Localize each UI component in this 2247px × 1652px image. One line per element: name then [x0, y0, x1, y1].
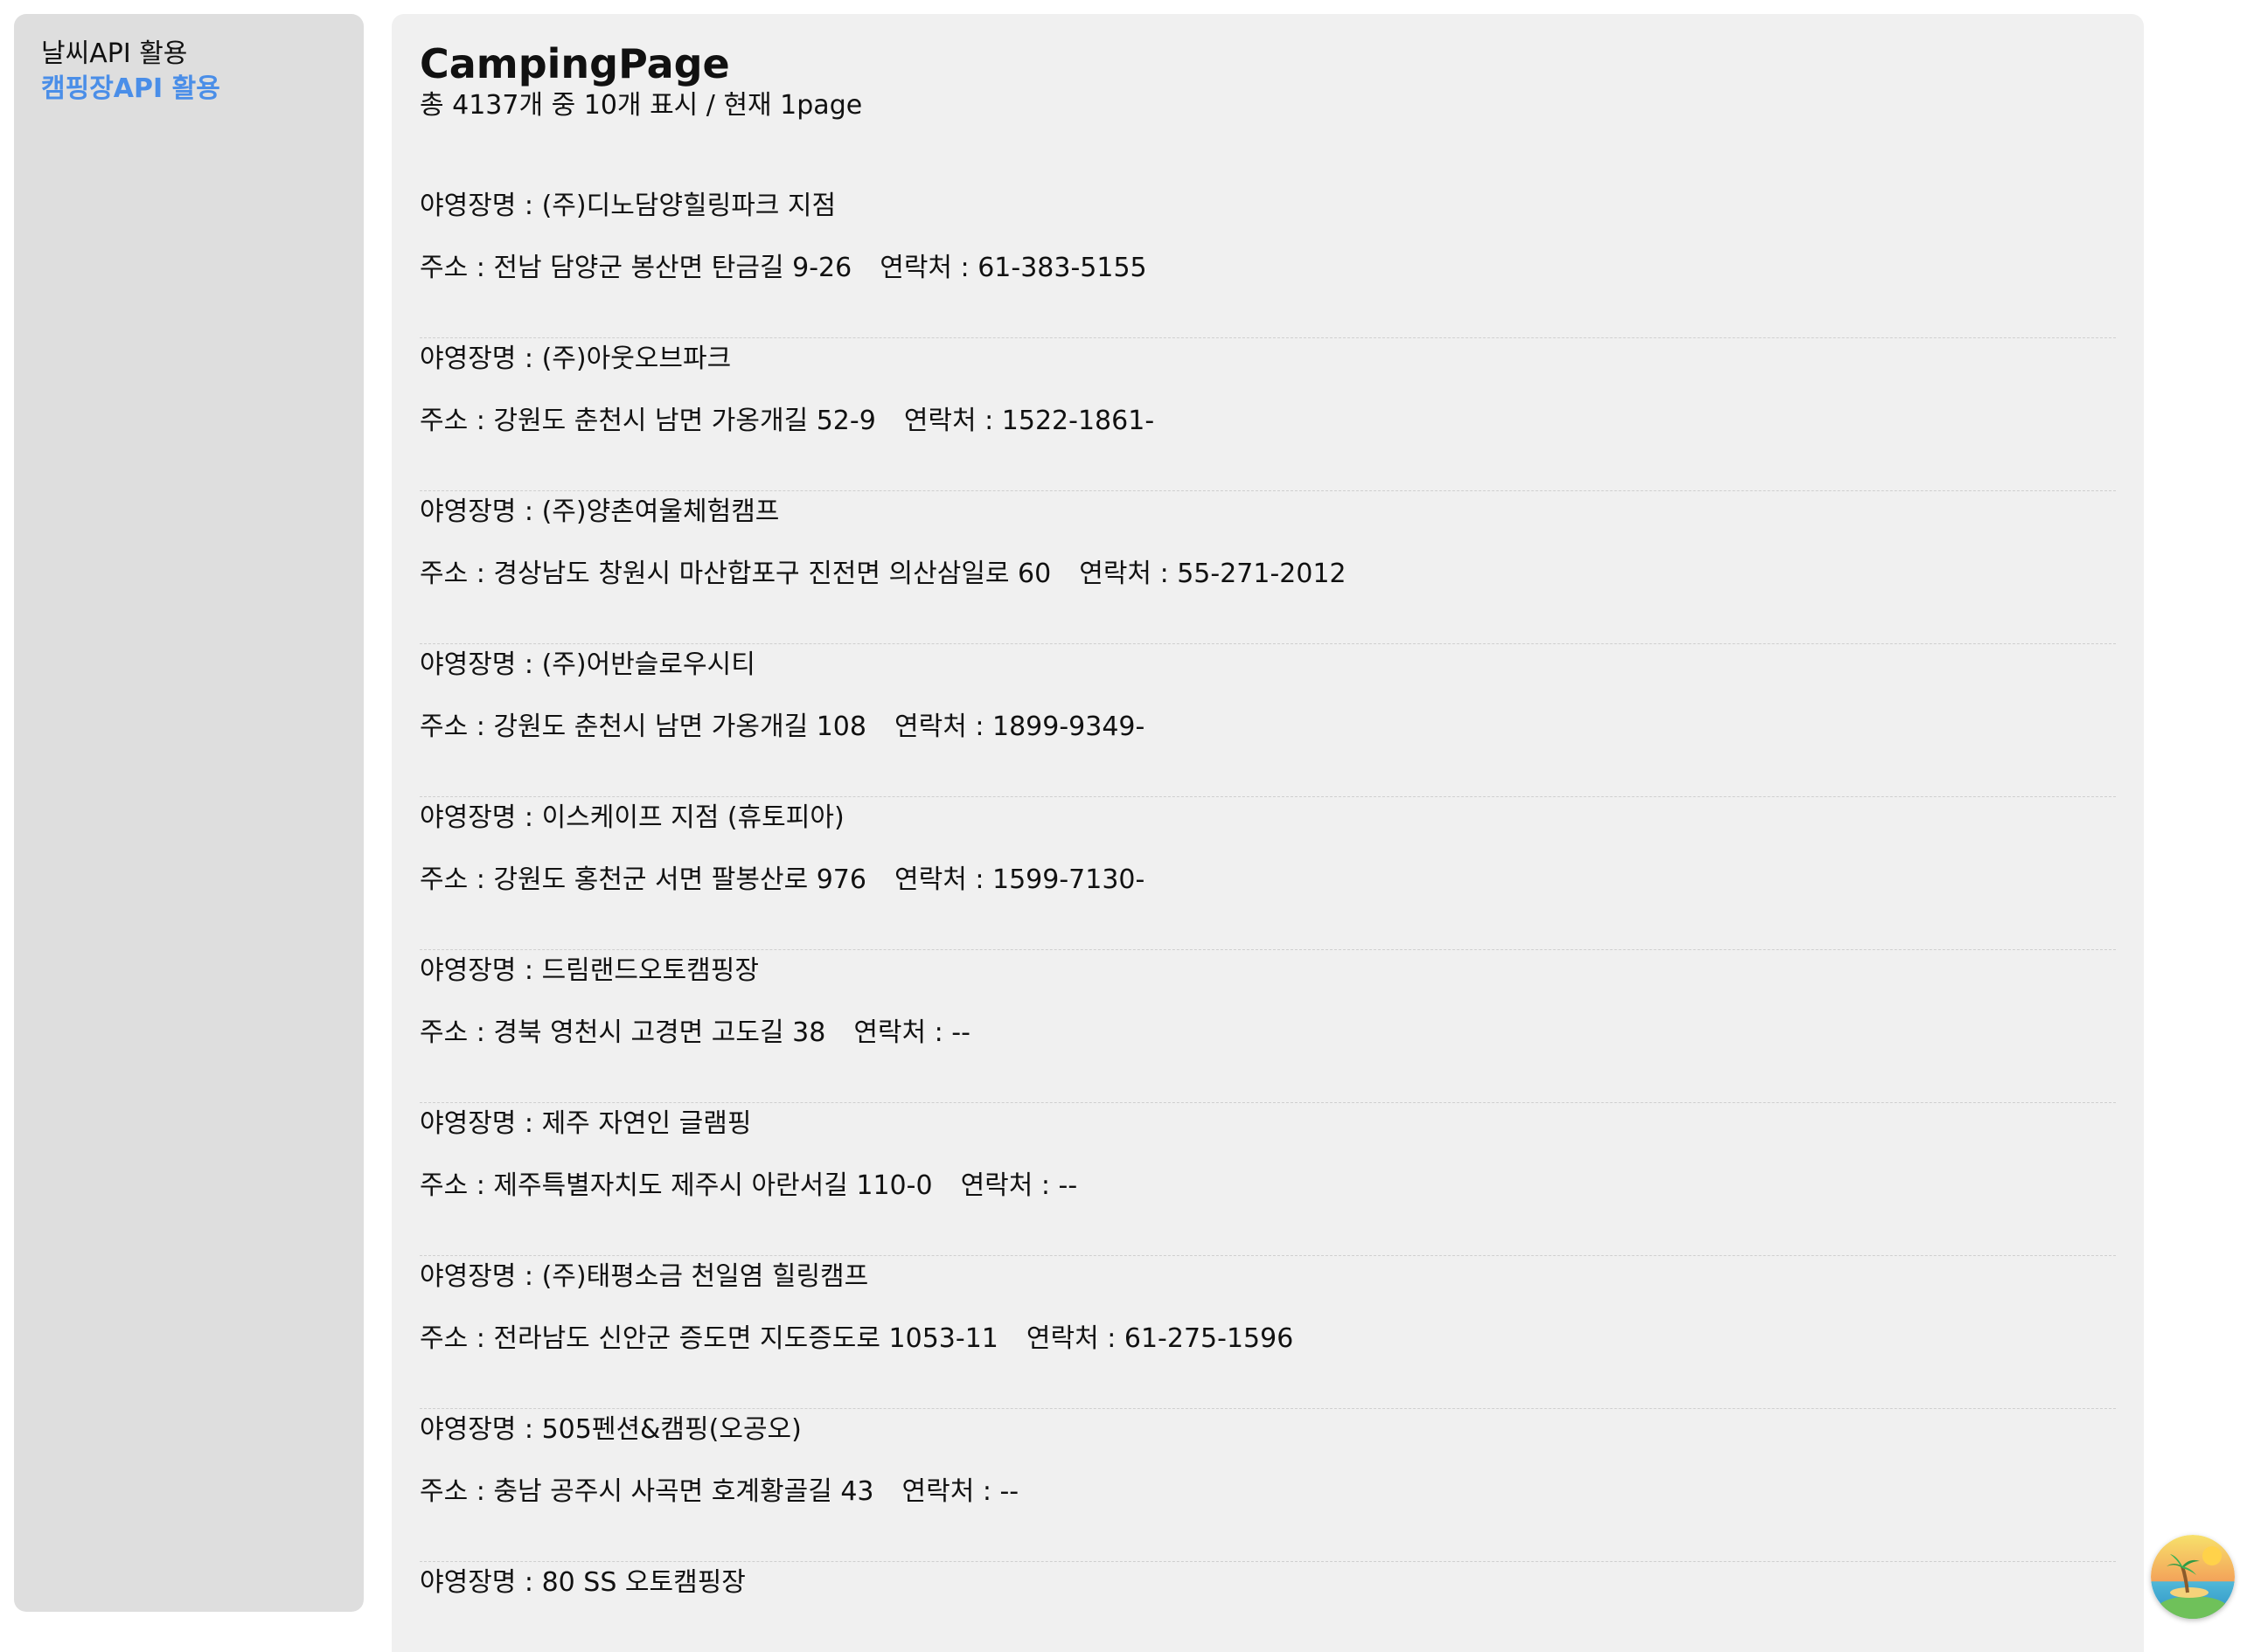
page-title: CampingPage [420, 40, 730, 87]
camp-address: 주소 : 강원도 춘천시 남면 가옹개길 52-9 [420, 406, 876, 436]
camp-name: 야영장명 : 80 SS 오토캠핑장 [420, 1567, 746, 1598]
camp-list-item: 야영장명 : 이스케이프 지점 (휴토피아) 주소 : 강원도 홍천군 서면 팔… [420, 797, 2116, 950]
camp-name: 야영장명 : 드림랜드오토캠핑장 [420, 955, 759, 986]
sidebar-item-camping-api[interactable]: 캠핑장API 활용 [41, 72, 337, 107]
camp-info: 주소 : 강원도 홍천군 서면 팔봉산로 976 연락처 : 1599-7130- [420, 864, 1144, 896]
camp-phone: 연락처 : 55-271-2012 [1079, 559, 1346, 589]
camp-phone: 연락처 : 1599-7130- [894, 864, 1145, 895]
camp-list-item: 야영장명 : 드림랜드오토캠핑장 주소 : 경북 영천시 고경면 고도길 38 연… [420, 950, 2116, 1103]
camp-phone: 연락처 : -- [853, 1017, 970, 1048]
camp-list-item: 야영장명 : 제주 자연인 글램핑 주소 : 제주특별자치도 제주시 아란서길 … [420, 1103, 2116, 1256]
camp-phone: 연락처 : -- [901, 1476, 1019, 1507]
sidebar-item-weather-api[interactable]: 날씨API 활용 [41, 37, 337, 72]
page-summary: 총 4137개 중 10개 표시 / 현재 1page [420, 90, 863, 121]
camp-info: 주소 : 충남 공주시 사곡면 호계황골길 43 연락처 : -- [420, 1476, 1019, 1508]
camp-info: 주소 : 강원도 춘천시 남면 가옹개길 52-9 연락처 : 1522-1861… [420, 406, 1154, 437]
camp-name: 야영장명 : (주)디노담양힐링파크 지점 [420, 191, 837, 221]
camp-name: 야영장명 : (주)아웃오브파크 [420, 344, 732, 374]
camp-list-item: 야영장명 : (주)디노담양힐링파크 지점 주소 : 전남 담양군 봉산면 탄금… [420, 185, 2116, 338]
camp-info: 주소 : 전남 담양군 봉산면 탄금길 9-26 연락처 : 61-383-515… [420, 253, 1147, 284]
camp-phone: 연락처 : -- [960, 1170, 1078, 1201]
camp-info: 주소 : 강원도 춘천시 남면 가옹개길 108 연락처 : 1899-9349- [420, 711, 1144, 743]
camp-name: 야영장명 : (주)태평소금 천일염 힐링캠프 [420, 1261, 869, 1292]
camp-list-item: 야영장명 : 505펜션&캠핑(오공오) 주소 : 충남 공주시 사곡면 호계황… [420, 1409, 2116, 1562]
camp-name: 야영장명 : 505펜션&캠핑(오공오) [420, 1414, 802, 1445]
camp-list-item: 야영장명 : 80 SS 오토캠핑장 [420, 1562, 2116, 1652]
camp-info: 주소 : 전라남도 신안군 증도면 지도증도로 1053-11 연락처 : 61-… [420, 1323, 1293, 1355]
camp-phone: 연락처 : 1522-1861- [903, 406, 1155, 436]
camp-address: 주소 : 제주특별자치도 제주시 아란서길 110-0 [420, 1170, 933, 1201]
floating-action-button[interactable] [2151, 1535, 2235, 1619]
camp-phone: 연락처 : 1899-9349- [894, 711, 1145, 742]
camp-name: 야영장명 : (주)양촌여울체험캠프 [420, 496, 780, 527]
camp-list-item: 야영장명 : (주)어반슬로우시티 주소 : 강원도 춘천시 남면 가옹개길 1… [420, 644, 2116, 797]
camp-address: 주소 : 전남 담양군 봉산면 탄금길 9-26 [420, 253, 852, 283]
camp-address: 주소 : 충남 공주시 사곡면 호계황골길 43 [420, 1476, 874, 1507]
camp-phone: 연락처 : 61-383-5155 [880, 253, 1147, 283]
camp-list: 야영장명 : (주)디노담양힐링파크 지점 주소 : 전남 담양군 봉산면 탄금… [420, 185, 2116, 1652]
camp-info [420, 1629, 448, 1652]
camp-name: 야영장명 : (주)어반슬로우시티 [420, 649, 755, 680]
camp-name: 야영장명 : 제주 자연인 글램핑 [420, 1108, 752, 1139]
camp-info: 주소 : 경북 영천시 고경면 고도길 38 연락처 : -- [420, 1017, 970, 1049]
sidebar: 날씨API 활용 캠핑장API 활용 [14, 14, 364, 1612]
camp-list-item: 야영장명 : (주)양촌여울체험캠프 주소 : 경상남도 창원시 마산합포구 진… [420, 491, 2116, 644]
camp-info: 주소 : 경상남도 창원시 마산합포구 진전면 의산삼일로 60 연락처 : 55… [420, 559, 1346, 590]
camp-address: 주소 : 전라남도 신안군 증도면 지도증도로 1053-11 [420, 1323, 998, 1354]
main-content: CampingPage 총 4137개 중 10개 표시 / 현재 1page … [392, 14, 2144, 1652]
camp-info: 주소 : 제주특별자치도 제주시 아란서길 110-0 연락처 : -- [420, 1170, 1077, 1202]
camp-address: 주소 : 경상남도 창원시 마산합포구 진전면 의산삼일로 60 [420, 559, 1052, 589]
camp-address: 주소 : 강원도 춘천시 남면 가옹개길 108 [420, 711, 866, 742]
camp-name: 야영장명 : 이스케이프 지점 (휴토피아) [420, 802, 845, 833]
camp-phone: 연락처 : 61-275-1596 [1026, 1323, 1294, 1354]
camp-address: 주소 : 경북 영천시 고경면 고도길 38 [420, 1017, 826, 1048]
camp-list-item: 야영장명 : (주)아웃오브파크 주소 : 강원도 춘천시 남면 가옹개길 52… [420, 338, 2116, 491]
camp-list-item: 야영장명 : (주)태평소금 천일염 힐링캠프 주소 : 전라남도 신안군 증도… [420, 1256, 2116, 1409]
island-palm-sunset-icon [2151, 1535, 2235, 1619]
camp-address: 주소 : 강원도 홍천군 서면 팔봉산로 976 [420, 864, 866, 895]
